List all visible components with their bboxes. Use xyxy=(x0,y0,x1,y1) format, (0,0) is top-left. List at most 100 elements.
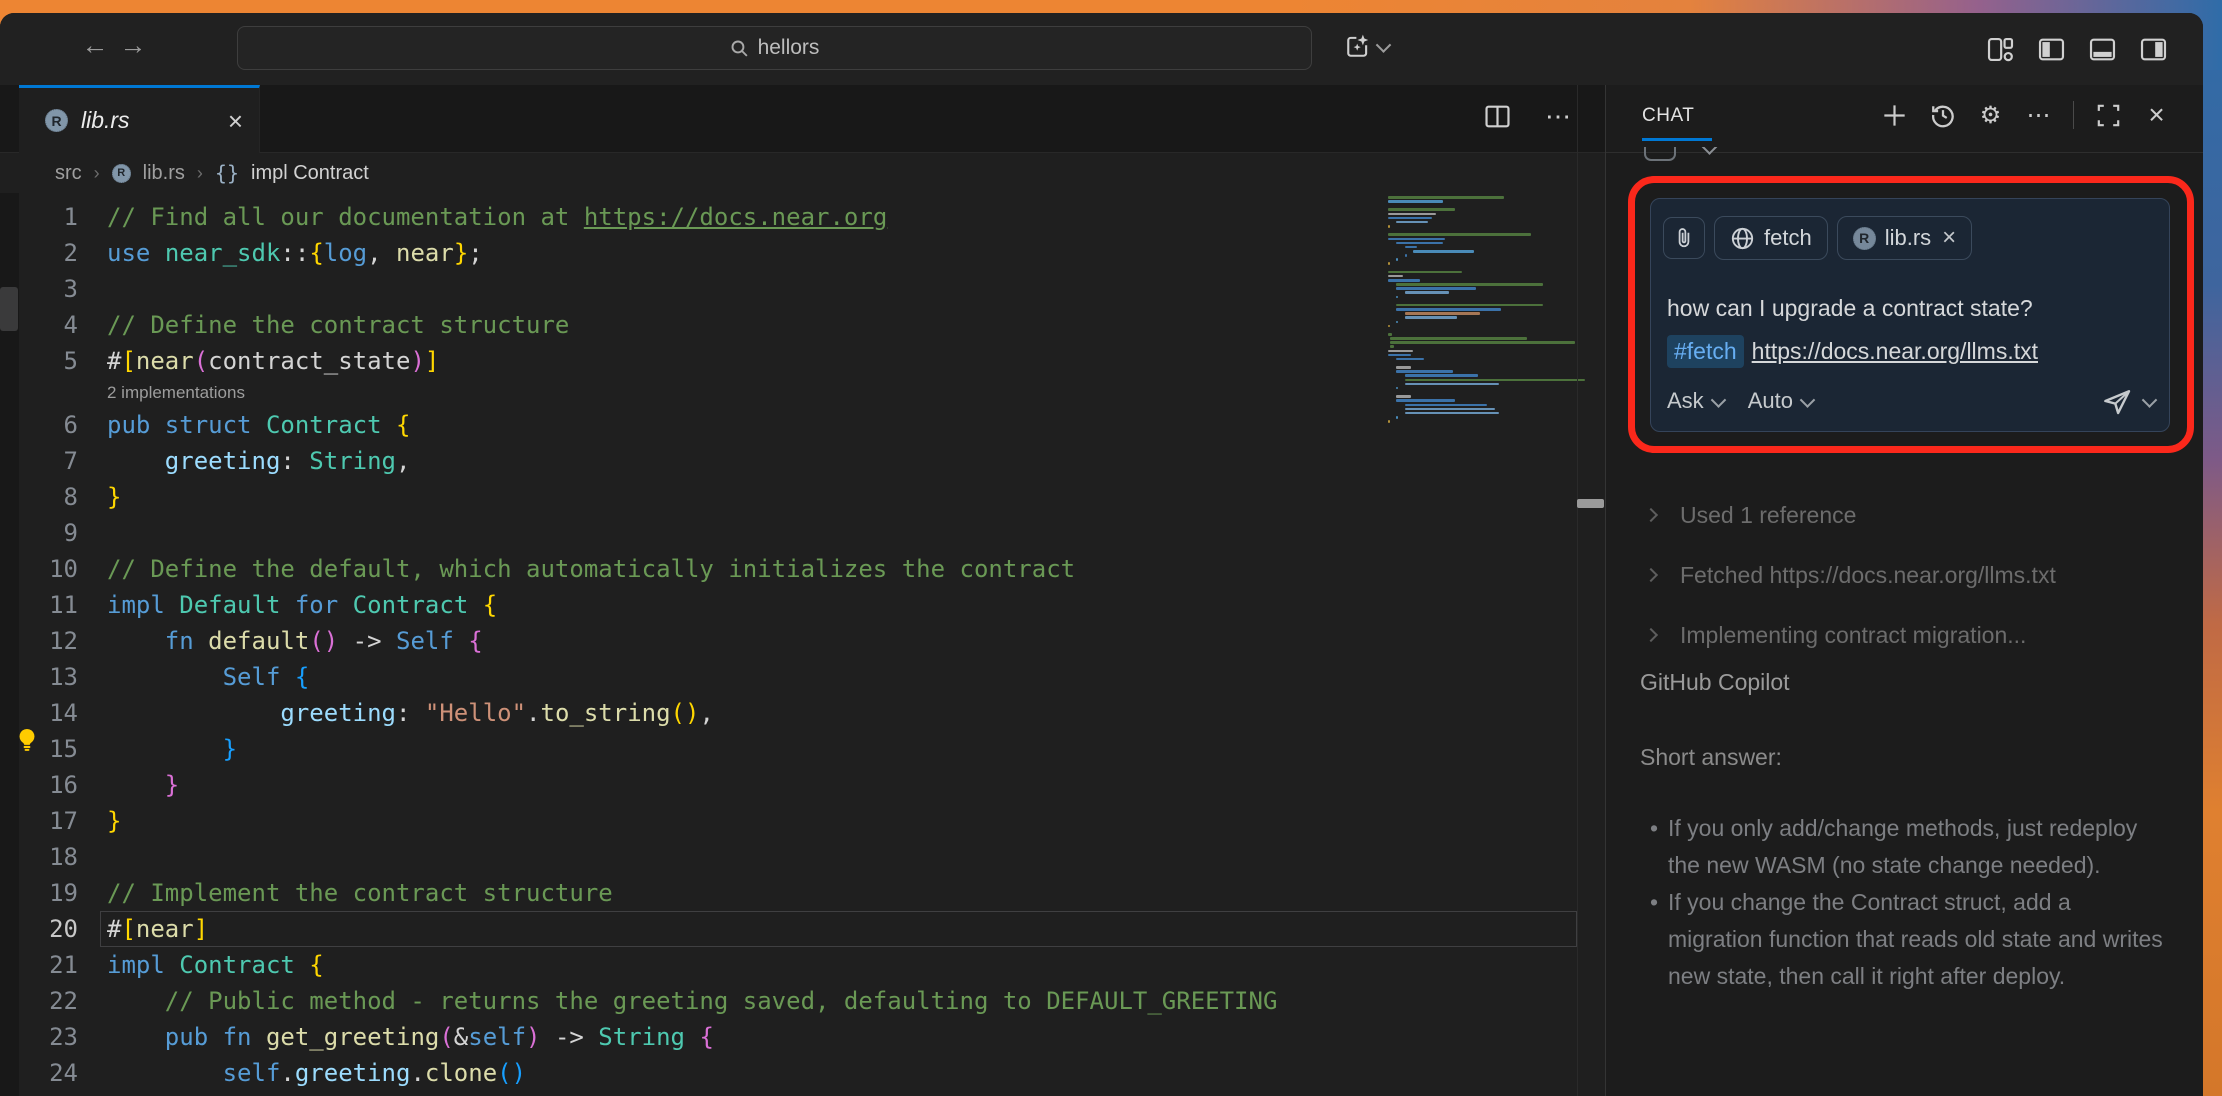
code-token: ( xyxy=(439,1023,453,1051)
code-line-8[interactable]: 8} xyxy=(0,479,1577,515)
code-line-18[interactable]: 18 xyxy=(0,839,1577,875)
code-text: impl Contract { xyxy=(78,951,324,979)
code-token: // Define the contract structure xyxy=(107,311,569,339)
code-token: } xyxy=(454,239,468,267)
line-number: 12 xyxy=(0,627,78,655)
breadcrumb-item-src[interactable]: src xyxy=(55,162,82,185)
minimap-line xyxy=(1396,370,1453,373)
chat-author: GitHub Copilot xyxy=(1640,669,1790,696)
new-chat-icon[interactable] xyxy=(1881,102,1908,129)
code-line-13[interactable]: 13 Self { xyxy=(0,659,1577,695)
breadcrumb-item-impl-contract[interactable]: impl Contract xyxy=(251,162,369,185)
message-link[interactable]: https://docs.near.org/llms.txt xyxy=(1752,338,2038,365)
forward-button[interactable]: → xyxy=(118,30,148,61)
model-dropdown[interactable]: Auto xyxy=(1748,388,1813,414)
code-token: -> xyxy=(338,627,396,655)
chat-more-icon[interactable]: ⋯ xyxy=(2025,102,2052,129)
code-text: #[near(contract_state)] xyxy=(78,347,439,375)
back-button[interactable]: ← xyxy=(80,30,110,61)
minimap-line xyxy=(1405,374,1479,377)
tab-close-icon[interactable]: × xyxy=(228,108,243,134)
code-text: fn default() -> Self { xyxy=(78,627,483,655)
toggle-secondary-sidebar-icon[interactable] xyxy=(2139,35,2167,63)
minimap[interactable] xyxy=(1388,196,1580,446)
code-line-24[interactable]: 24 self.greeting.clone() xyxy=(0,1055,1577,1091)
toggle-primary-sidebar-icon[interactable] xyxy=(2037,35,2065,63)
code-line-12[interactable]: 12 fn default() -> Self { xyxy=(0,623,1577,659)
paperclip-icon xyxy=(1673,227,1695,249)
split-editor-icon[interactable] xyxy=(1484,103,1511,130)
chip-close-icon[interactable]: × xyxy=(1942,224,1956,252)
code-line-21[interactable]: 21impl Contract { xyxy=(0,947,1577,983)
code-token xyxy=(252,411,266,439)
bullet-text: If you change the Contract struct, add a… xyxy=(1668,884,2168,995)
code-line-11[interactable]: 11impl Default for Contract { xyxy=(0,587,1577,623)
code-token xyxy=(295,951,309,979)
send-dropdown-icon[interactable] xyxy=(2142,392,2158,408)
code-line-6[interactable]: 6pub struct Contract { xyxy=(0,407,1577,443)
line-number: 10 xyxy=(0,555,78,583)
code-line-1[interactable]: 1// Find all our documentation at https:… xyxy=(0,199,1577,235)
lightbulb-icon[interactable] xyxy=(14,727,40,753)
code-line-2[interactable]: 2use near_sdk::{log, near}; xyxy=(0,235,1577,271)
customize-layout-icon[interactable] xyxy=(1986,35,2014,63)
minimap-line xyxy=(1396,366,1411,369)
command-center-search[interactable]: hellors xyxy=(237,26,1312,70)
code-line-17[interactable]: 17} xyxy=(0,803,1577,839)
code-text: } xyxy=(78,807,121,835)
code-line-23[interactable]: 23 pub fn get_greeting(&self) -> String … xyxy=(0,1019,1577,1055)
line-number: 2 xyxy=(0,239,78,267)
code-token: // Implement the contract structure xyxy=(107,879,613,907)
code-line-7[interactable]: 7 greeting: String, xyxy=(0,443,1577,479)
code-text: self.greeting.clone() xyxy=(78,1059,526,1087)
code-token: Contract xyxy=(179,951,295,979)
minimap-line xyxy=(1388,275,1403,278)
code-line-10[interactable]: 10// Define the default, which automatic… xyxy=(0,551,1577,587)
toggle-panel-icon[interactable] xyxy=(2088,35,2116,63)
code-token xyxy=(150,239,164,267)
chip-fetch[interactable]: fetch xyxy=(1714,216,1828,260)
code-text: // Find all our documentation at https:/… xyxy=(78,203,887,231)
attach-context-button[interactable] xyxy=(1663,217,1705,259)
minimap-line xyxy=(1396,296,1398,299)
model-label: Auto xyxy=(1748,388,1793,414)
copilot-button[interactable] xyxy=(1345,33,1389,59)
chat-history-icon[interactable] xyxy=(1929,102,1956,129)
mode-dropdown[interactable]: Ask xyxy=(1667,388,1724,414)
code-lens[interactable]: 2 implementations xyxy=(0,379,1577,407)
tab-librs[interactable]: R lib.rs × xyxy=(19,85,260,153)
code-line-15[interactable]: 15 } xyxy=(0,731,1577,767)
code-token: , xyxy=(396,447,410,475)
chat-tab-label[interactable]: CHAT xyxy=(1642,105,1694,127)
chat-message-line2: #fetch https://docs.near.org/llms.txt xyxy=(1667,335,2038,368)
chat-settings-gear-icon[interactable]: ⚙ xyxy=(1977,102,2004,129)
editor[interactable]: 1// Find all our documentation at https:… xyxy=(0,199,1577,1096)
breadcrumb-item-librs[interactable]: lib.rs xyxy=(143,162,185,185)
code-line-14[interactable]: 14 greeting: "Hello".to_string(), xyxy=(0,695,1577,731)
code-line-9[interactable]: 9 xyxy=(0,515,1577,551)
more-actions-icon[interactable]: ⋯ xyxy=(1545,101,1573,132)
line-number: 19 xyxy=(0,879,78,907)
chat-step[interactable]: Used 1 reference xyxy=(1646,500,2056,530)
chat-input[interactable]: fetch R lib.rs × how can I upgrade a con… xyxy=(1650,198,2170,432)
code-line-16[interactable]: 16 } xyxy=(0,767,1577,803)
minimap-line xyxy=(1388,233,1531,236)
minimap-line xyxy=(1405,379,1586,382)
code-token: # xyxy=(107,915,121,943)
chevron-right-icon xyxy=(1644,568,1658,582)
code-line-4[interactable]: 4// Define the contract structure xyxy=(0,307,1577,343)
code-token: ) xyxy=(410,347,424,375)
code-line-3[interactable]: 3 xyxy=(0,271,1577,307)
chat-maximize-icon[interactable] xyxy=(2095,102,2122,129)
code-line-22[interactable]: 22 // Public method - returns the greeti… xyxy=(0,983,1577,1019)
minimap-line xyxy=(1388,325,1390,328)
chat-close-icon[interactable]: × xyxy=(2143,102,2170,129)
sash-handle[interactable] xyxy=(1577,499,1604,508)
send-button[interactable] xyxy=(2102,386,2132,416)
code-line-19[interactable]: 19 // Implement the contract structure xyxy=(0,875,1577,911)
chip-librs[interactable]: R lib.rs × xyxy=(1837,216,1972,260)
chat-step[interactable]: Fetched https://docs.near.org/llms.txt xyxy=(1646,560,2056,590)
code-line-5[interactable]: 5#[near(contract_state)] xyxy=(0,343,1577,379)
chat-step[interactable]: Implementing contract migration... xyxy=(1646,620,2056,650)
code-line-20[interactable]: 20#[near] xyxy=(0,911,1577,947)
